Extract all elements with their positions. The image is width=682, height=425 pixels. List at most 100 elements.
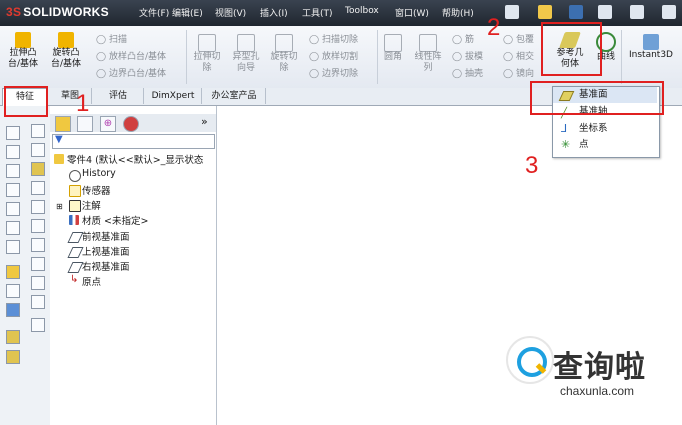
tool-box-icon[interactable] (31, 238, 45, 252)
draft-button[interactable]: ◯ 拔模 (452, 49, 483, 62)
tool-box-icon[interactable] (31, 124, 45, 138)
new-document-icon[interactable] (505, 5, 519, 19)
menu-view[interactable]: 视图(V) (215, 6, 246, 19)
sweep-cut-button[interactable]: ◯ 扫描切除 (309, 32, 358, 45)
menu-window[interactable]: 窗口(W) (395, 6, 429, 19)
tree-item-history[interactable]: History (69, 168, 116, 182)
tree-item-label: History (82, 168, 116, 179)
tree-item-material[interactable]: 材质 <未指定> (69, 213, 148, 227)
open-folder-icon[interactable] (538, 5, 552, 19)
hole-wizard-label: 异型孔 向导 (232, 52, 260, 73)
tool-box-icon[interactable] (6, 350, 20, 364)
tool-box-icon[interactable] (6, 330, 20, 344)
tree-item-top-plane[interactable]: 上视基准面 (67, 244, 130, 258)
menu-edit[interactable]: 编辑(E) (172, 6, 203, 19)
print-icon[interactable] (598, 5, 612, 19)
highlight-box-features-tab (4, 86, 48, 117)
menu-tools[interactable]: 工具(T) (302, 6, 333, 19)
undo-icon[interactable] (630, 5, 644, 19)
tool-box-icon[interactable] (6, 145, 20, 159)
history-icon (69, 170, 81, 182)
linear-pattern-label: 线性阵 列 (414, 52, 442, 73)
tool-box-icon[interactable] (31, 219, 45, 233)
loft-button[interactable]: ◯ 放样凸台/基体 (96, 49, 166, 62)
boundary-boss-button[interactable]: ◯ 边界凸台/基体 (96, 66, 166, 79)
revolve-cut-button[interactable]: 旋转切 除 (267, 34, 301, 74)
dropdown-item-coordinate-system[interactable]: ⅃ 坐标系 (553, 121, 657, 137)
watermark-logo-icon (506, 336, 554, 384)
intersect-button[interactable]: ◯ 相交 (503, 49, 534, 62)
extrude-boss-label: 拉伸凸 台/基体 (7, 48, 39, 69)
tree-item-label: 材质 <未指定> (82, 216, 149, 227)
save-icon[interactable] (569, 5, 583, 19)
point-icon: ✳ (561, 138, 571, 151)
tree-item-label: 上视基准面 (82, 247, 130, 258)
tree-item-sensors[interactable]: 传感器 (69, 183, 111, 197)
tool-box-icon[interactable] (6, 240, 20, 254)
select-cursor-icon[interactable] (662, 5, 676, 19)
tool-box-icon[interactable] (31, 318, 45, 332)
step-number-2: 2 (487, 14, 501, 41)
tool-box-icon[interactable] (31, 295, 45, 309)
tree-item-annotations[interactable]: ⊞ 注解 (56, 198, 101, 212)
wrap-button[interactable]: ◯ 包覆 (503, 32, 534, 45)
menu-help[interactable]: 帮助(H) (442, 6, 474, 19)
sketch-tool-icon[interactable] (6, 265, 20, 279)
step-number-1: 1 (76, 90, 90, 117)
loft-cut-button[interactable]: ◯ 放样切割 (309, 49, 358, 62)
tool-box-icon[interactable] (6, 303, 20, 317)
expand-panel-icon[interactable]: » (201, 115, 208, 128)
tree-item-right-plane[interactable]: 右视基准面 (67, 259, 130, 273)
tool-box-icon[interactable] (31, 181, 45, 195)
extrude-cut-icon (198, 34, 216, 52)
fillet-button[interactable]: 圆角 (380, 34, 406, 63)
tree-root-part[interactable]: 零件4 (默认<<默认>_显示状态 (54, 152, 203, 166)
menu-insert[interactable]: 插入(I) (260, 6, 288, 19)
tree-item-label: 注解 (81, 201, 101, 212)
hole-wizard-button[interactable]: 异型孔 向导 (229, 34, 263, 74)
linear-pattern-icon (419, 34, 437, 52)
tree-item-origin[interactable]: ↳ 原点 (69, 274, 101, 288)
tree-item-front-plane[interactable]: 前视基准面 (67, 229, 130, 243)
sweep-button[interactable]: ◯ 扫描 (96, 32, 127, 45)
extrude-boss-icon (15, 32, 31, 48)
ribbon-separator (186, 30, 187, 84)
dropdown-item-point[interactable]: ✳ 点 (553, 137, 657, 153)
tab-office-products[interactable]: 办公室产品 (203, 88, 266, 104)
linear-pattern-button[interactable]: 线性阵 列 (410, 34, 446, 74)
hole-wizard-icon (237, 34, 255, 52)
highlight-box-reference-geometry (541, 22, 602, 76)
mirror-button[interactable]: ◯ 镜向 (503, 66, 534, 79)
rib-button[interactable]: ◯ 筋 (452, 32, 474, 45)
tree-filter-input[interactable]: ▼ (52, 134, 215, 149)
property-manager-tab-icon[interactable] (77, 116, 93, 132)
boundary-cut-button[interactable]: ◯ 边界切除 (309, 66, 358, 79)
tool-box-icon[interactable] (31, 276, 45, 290)
display-manager-tab-icon[interactable] (123, 116, 139, 132)
extrude-cut-button[interactable]: 拉伸切 除 (190, 34, 224, 74)
tool-box-icon[interactable] (6, 183, 20, 197)
tab-dimxpert[interactable]: DimXpert (145, 88, 202, 104)
instant3d-button[interactable]: Instant3D (624, 34, 678, 61)
tool-box-icon[interactable] (6, 221, 20, 235)
extrude-boss-button[interactable]: 拉伸凸 台/基体 (6, 32, 40, 70)
annotation-icon (69, 200, 81, 212)
tool-box-icon[interactable] (31, 200, 45, 214)
shell-button[interactable]: ◯ 抽壳 (452, 66, 483, 79)
tool-box-icon[interactable] (6, 284, 20, 298)
tool-box-icon[interactable] (6, 202, 20, 216)
fillet-icon (384, 34, 402, 52)
expand-toggle-icon[interactable]: ⊞ (56, 202, 63, 211)
revolve-boss-button[interactable]: 旋转凸 台/基体 (48, 32, 84, 70)
tool-box-icon[interactable] (31, 257, 45, 271)
menu-file[interactable]: 文件(F) (139, 6, 169, 19)
coordinate-system-icon: ⅃ (561, 122, 568, 135)
tool-box-icon[interactable] (6, 126, 20, 140)
tool-box-icon[interactable] (31, 143, 45, 157)
menu-toolbox[interactable]: Toolbox (345, 6, 379, 16)
tab-evaluate[interactable]: 评估 (93, 88, 144, 104)
feature-tree-tab-icon[interactable] (55, 116, 71, 132)
tool-box-icon[interactable] (6, 164, 20, 178)
config-manager-tab-icon[interactable]: ⊕ (100, 116, 116, 132)
tool-box-icon[interactable] (31, 162, 45, 176)
